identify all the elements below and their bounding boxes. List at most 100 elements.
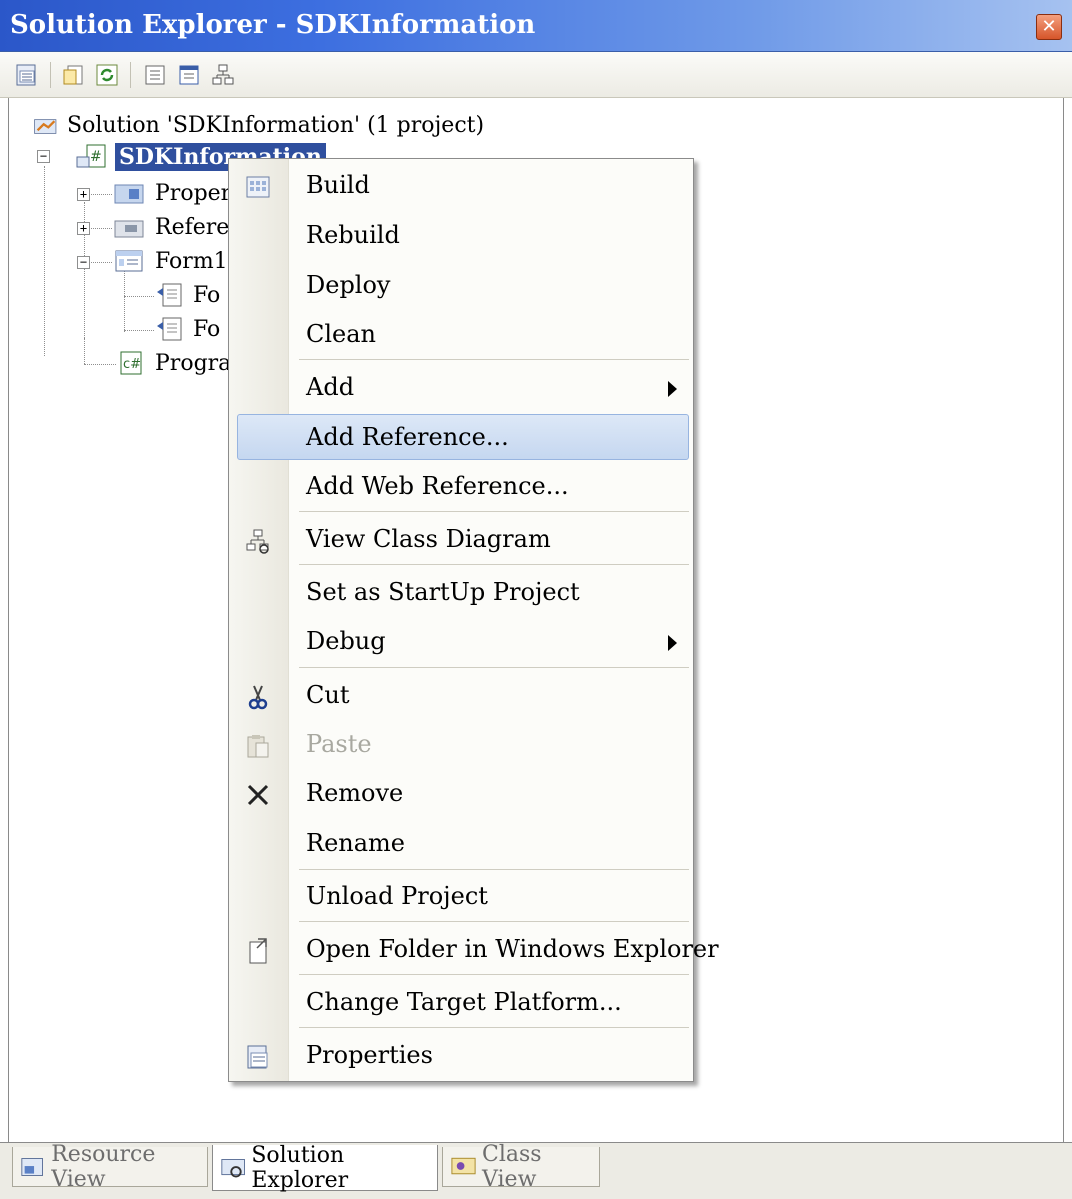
title-bar: Solution Explorer - SDKInformation ✕ [0, 0, 1072, 52]
references-folder-icon [114, 220, 144, 238]
solution-label: Solution 'SDKInformation' (1 project) [67, 112, 485, 138]
expand-references-toggle[interactable]: + [77, 222, 90, 235]
menu-item-label: Paste [306, 730, 372, 758]
menu-item-deploy[interactable]: Deploy [229, 263, 695, 309]
resource-file-icon [157, 317, 182, 341]
menu-item-label: Change Target Platform... [306, 988, 622, 1016]
menu-item-label: Open Folder in Windows Explorer [306, 935, 719, 963]
menu-item-debug[interactable]: Debug [229, 619, 695, 665]
menu-item-build[interactable]: Build [229, 163, 695, 209]
menu-item-label: Clean [306, 320, 377, 348]
svg-text:c#: c# [123, 357, 141, 372]
submenu-arrow-icon [668, 381, 677, 397]
csharp-project-icon: # [76, 144, 106, 168]
scissors-icon [243, 682, 273, 712]
refresh-icon [96, 64, 118, 86]
menu-item-rename[interactable]: Rename [229, 821, 695, 867]
menu-item-properties[interactable]: Properties [229, 1033, 695, 1079]
properties-button[interactable] [12, 60, 42, 90]
menu-item-label: Set as StartUp Project [306, 578, 580, 606]
menu-separator [299, 1027, 689, 1028]
menu-item-clean[interactable]: Clean [229, 312, 695, 358]
menu-item-open-folder[interactable]: Open Folder in Windows Explorer [229, 927, 719, 973]
toolbar [0, 52, 1072, 98]
menu-item-paste[interactable]: Paste [229, 722, 695, 768]
menu-item-add[interactable]: Add [229, 365, 695, 411]
tab-label: Solution Explorer [251, 1142, 349, 1193]
close-button[interactable]: ✕ [1036, 14, 1062, 40]
context-menu: Build Rebuild Deploy Clean Add Add Refer… [228, 158, 719, 1082]
tree-item-form1[interactable]: Form1 [113, 246, 228, 276]
menu-item-label: Debug [306, 627, 386, 655]
tab-label: Resource View [51, 1141, 156, 1192]
menu-item-label: Add Web Reference... [306, 472, 569, 500]
menu-item-view-class-diagram[interactable]: View Class Diagram [229, 517, 695, 563]
menu-item-add-web-reference[interactable]: Add Web Reference... [229, 464, 695, 510]
menu-separator [299, 511, 689, 512]
submenu-arrow-icon [668, 635, 677, 651]
show-all-files-button[interactable] [58, 60, 88, 90]
tab-class-view[interactable]: Class View [442, 1142, 600, 1192]
collapse-project-toggle[interactable]: − [37, 150, 50, 163]
view-code-icon [145, 65, 165, 85]
remove-x-icon [243, 780, 273, 810]
menu-separator [299, 564, 689, 565]
menu-item-label: Add [306, 373, 355, 401]
window-title: Solution Explorer - SDKInformation [10, 10, 536, 40]
menu-item-change-target-platform[interactable]: Change Target Platform... [229, 980, 695, 1026]
properties-label: Proper [155, 180, 232, 206]
menu-item-label: Remove [306, 779, 404, 807]
menu-item-label: Add Reference... [306, 423, 509, 451]
menu-item-label: Deploy [306, 271, 391, 299]
refresh-button[interactable] [92, 60, 122, 90]
tree-item-program[interactable]: c# Progra [115, 348, 231, 378]
build-icon [243, 172, 273, 202]
menu-item-label: Rebuild [306, 221, 400, 249]
menu-item-unload-project[interactable]: Unload Project [229, 874, 695, 920]
view-designer-icon [179, 65, 199, 85]
menu-separator [299, 359, 689, 360]
program-label: Progra [155, 350, 232, 376]
tree-item-properties[interactable]: Proper [113, 178, 231, 208]
resource-view-icon [21, 1157, 43, 1176]
menu-item-label: Unload Project [306, 882, 488, 910]
show-all-files-icon [63, 65, 83, 85]
tab-bar: Resource View Solution Explorer Class Vi… [0, 1142, 1072, 1199]
expand-properties-toggle[interactable]: + [77, 188, 90, 201]
menu-item-label: View Class Diagram [306, 525, 551, 553]
class-diagram-icon [243, 526, 273, 556]
paste-icon [243, 731, 273, 761]
collapse-form1-toggle[interactable]: − [77, 256, 90, 269]
view-class-diagram-icon [212, 64, 234, 85]
form1-label: Form1 [155, 248, 228, 274]
solution-icon [34, 119, 57, 134]
menu-item-remove[interactable]: Remove [229, 771, 695, 817]
properties-folder-icon [114, 184, 144, 204]
form1-resx-label: Fo [193, 316, 221, 342]
tree-item-form1-resx[interactable]: Fo [155, 314, 220, 344]
tree-item-form1-designer[interactable]: Fo [155, 280, 220, 310]
menu-item-rebuild[interactable]: Rebuild [229, 213, 695, 259]
menu-item-set-startup-project[interactable]: Set as StartUp Project [229, 570, 695, 616]
menu-separator [299, 921, 689, 922]
tab-solution-explorer[interactable]: Solution Explorer [212, 1142, 438, 1193]
menu-separator [299, 869, 689, 870]
svg-text:#: # [90, 149, 102, 165]
menu-item-cut[interactable]: Cut [229, 673, 695, 719]
view-designer-button[interactable] [174, 60, 204, 90]
csharp-file-icon: c# [120, 351, 142, 375]
tab-resource-view[interactable]: Resource View [12, 1142, 208, 1192]
menu-item-label: Cut [306, 681, 350, 709]
properties-icon [16, 64, 36, 86]
menu-item-add-reference[interactable]: Add Reference... [237, 414, 689, 460]
view-code-button[interactable] [140, 60, 170, 90]
properties-icon [243, 1042, 273, 1072]
form-icon [115, 250, 143, 272]
solution-explorer-icon [221, 1158, 245, 1177]
tree-item-references[interactable]: Refere [113, 212, 229, 242]
menu-item-label: Rename [306, 829, 405, 857]
tree-item-solution[interactable]: Solution 'SDKInformation' (1 project) [33, 110, 484, 140]
menu-item-label: Properties [306, 1041, 433, 1069]
view-class-diagram-button[interactable] [208, 60, 238, 90]
menu-separator [299, 974, 689, 975]
